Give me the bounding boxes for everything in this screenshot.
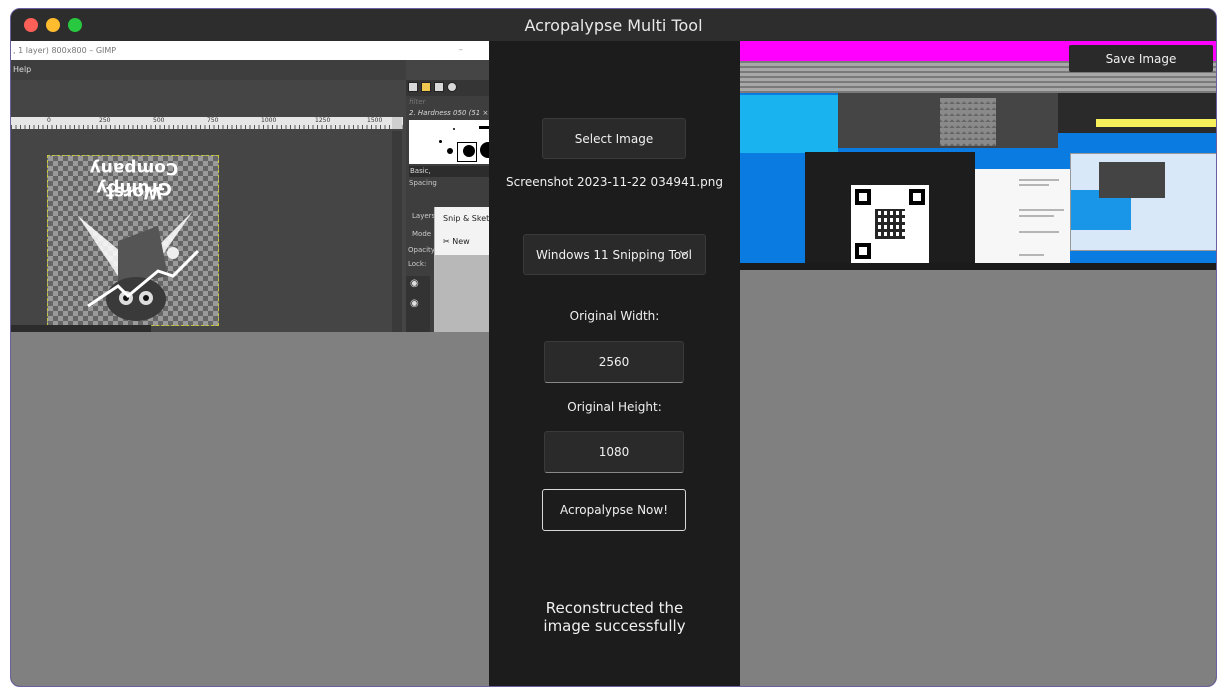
original-width-label: Original Width: — [569, 309, 660, 323]
dock-brush-name: 2. Hardness 050 (51 × 51) — [409, 109, 489, 117]
recovered-yellow-bar — [1096, 119, 1216, 127]
tool-select[interactable]: Windows 11 Snipping Tool — [523, 234, 706, 275]
close-window-button[interactable] — [24, 18, 38, 32]
help-tab-icon — [447, 82, 457, 92]
recovered-dark-window — [1058, 93, 1216, 133]
dock-layers-tab: Layers — [412, 212, 436, 220]
eye-icon: ◉ — [410, 278, 419, 289]
tool-select-value: Windows 11 Snipping Tool — [536, 248, 692, 262]
selected-filename: Screenshot 2023-11-22 034941.png — [506, 175, 723, 189]
dock-opacity: Opacity — [408, 246, 435, 254]
snip-new-label: New — [452, 237, 470, 246]
acropalypse-now-button[interactable]: Acropalypse Now! — [542, 489, 686, 531]
original-height-label: Original Height: — [567, 400, 662, 414]
recovered-phone-window — [805, 152, 975, 264]
dock-tabs — [406, 80, 489, 96]
pattern-tab-icon — [421, 82, 431, 92]
brush-grid — [409, 120, 489, 164]
chevron-down-icon — [679, 250, 689, 256]
snip-canvas — [435, 255, 489, 332]
brush-tab-icon — [408, 82, 418, 92]
font-tab-icon — [434, 82, 444, 92]
original-image-pane: , 1 layer) 800x800 – GIMP – Help 0 250 5… — [11, 41, 489, 686]
zoom-window-button[interactable] — [68, 18, 82, 32]
reconstructed-image-pane: Save Image — [740, 41, 1216, 686]
select-image-button[interactable]: Select Image — [542, 118, 686, 159]
layer-visibility-column: ◉ ◉ — [406, 276, 430, 332]
ruler-tick: 500 — [153, 117, 165, 124]
dock-spacing: Spacing — [409, 179, 437, 187]
gimp-title-text: , 1 layer) 800x800 – GIMP — [11, 41, 489, 60]
window-title: Acropalypse Multi Tool — [524, 15, 703, 35]
status-message: Reconstructed the image successfully — [489, 599, 740, 635]
controls-panel: Select Image Screenshot 2023-11-22 03494… — [489, 41, 740, 686]
title-bar: Acropalypse Multi Tool — [11, 9, 1216, 41]
dock-mode: Mode — [412, 230, 432, 238]
mascot-illustration — [78, 211, 200, 321]
gimp-scrollbar — [392, 131, 402, 332]
ruler-tick: 1250 — [315, 117, 331, 124]
gimp-canvas: Grumpy Company Worst — [47, 155, 219, 326]
gimp-statusbar — [11, 325, 151, 332]
desktop-icons-area — [740, 95, 838, 153]
original-image-preview: , 1 layer) 800x800 – GIMP – Help 0 250 5… — [11, 41, 489, 332]
ruler-tick: 250 — [99, 117, 111, 124]
minimize-window-button[interactable] — [46, 18, 60, 32]
dock-preset: Basic, — [409, 166, 489, 177]
save-image-button[interactable]: Save Image — [1069, 45, 1213, 72]
snip-sketch-window: Snip & Sketch ✂ New — [434, 207, 489, 332]
recovered-gimp-window — [838, 93, 1058, 148]
snip-new-icon: ✂ — [443, 237, 453, 246]
status-message-text: Reconstructed the image successfully — [543, 599, 686, 635]
snip-title: Snip & Sketch — [443, 214, 489, 223]
recovered-webpage — [975, 169, 1070, 264]
ruler-tick: 1500 — [367, 117, 383, 124]
ruler-tick: 0 — [47, 117, 51, 124]
gimp-ruler: 0 250 500 750 1000 1250 1500 — [11, 117, 403, 129]
recovered-mini-window — [1070, 153, 1216, 251]
recovered-canvas — [940, 98, 996, 146]
snip-new: ✂ New — [443, 237, 470, 246]
gimp-menu-text: Help — [11, 60, 406, 80]
gimp-minimize-icon: – — [458, 45, 464, 55]
original-width-input[interactable]: 2560 — [544, 341, 684, 383]
reconstructed-image-preview — [740, 41, 1216, 270]
ruler-corner — [392, 117, 402, 129]
qr-code — [851, 185, 929, 263]
ruler-tick: 750 — [207, 117, 219, 124]
dock-filter: filter — [409, 98, 426, 106]
eye-icon: ◉ — [410, 298, 419, 309]
dock-lock: Lock: — [408, 260, 427, 268]
ruler-tick: 1000 — [261, 117, 277, 124]
recovered-taskbar — [740, 263, 1216, 270]
original-height-input[interactable]: 1080 — [544, 431, 684, 473]
app-window: Acropalypse Multi Tool , 1 layer) 800x80… — [10, 8, 1217, 687]
